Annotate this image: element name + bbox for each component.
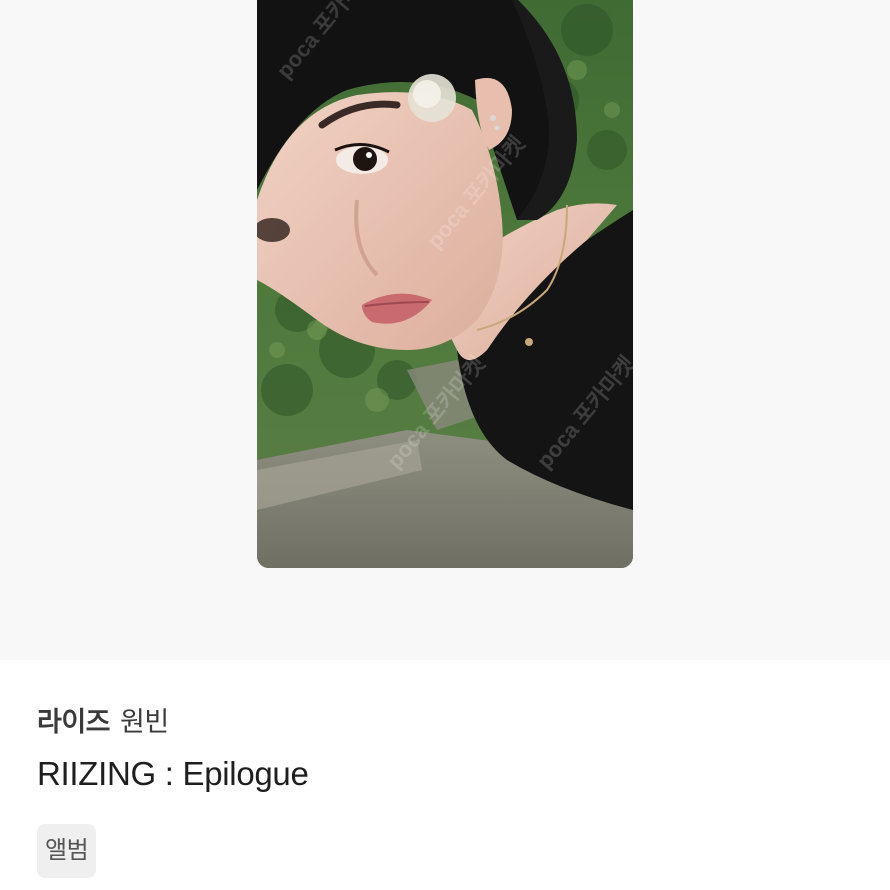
album-title: RIIZING : Epilogue — [37, 755, 309, 792]
product-detail-page: poca 포카마켓 poca 포카마켓 poca 포카마켓 poca 포카마켓 … — [0, 0, 890, 890]
product-info: 라이즈 원빈 RIIZING : Epilogue 앨범 — [37, 700, 853, 878]
category-tag[interactable]: 앨범 — [37, 824, 97, 878]
photocard-image[interactable]: poca 포카마켓 poca 포카마켓 poca 포카마켓 poca 포카마켓 — [257, 0, 633, 568]
member-name: 원빈 — [120, 707, 169, 737]
photocard-illustration: poca 포카마켓 poca 포카마켓 poca 포카마켓 poca 포카마켓 — [257, 0, 633, 568]
title-row: 라이즈 원빈 — [37, 700, 853, 740]
product-image-area: poca 포카마켓 poca 포카마켓 poca 포카마켓 poca 포카마켓 — [0, 0, 890, 660]
group-name: 라이즈 — [37, 707, 111, 737]
